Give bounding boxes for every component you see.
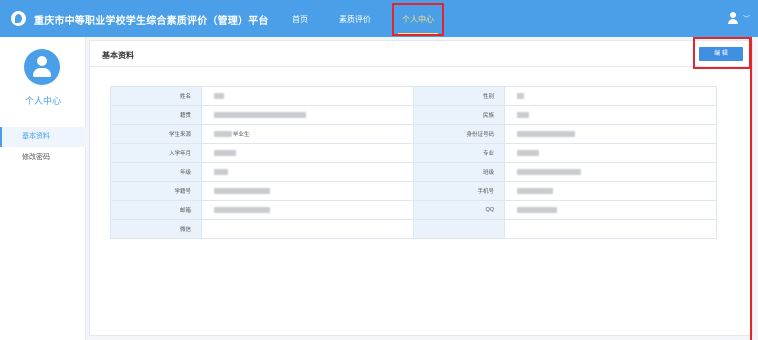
student-source-text: 毕业生	[233, 132, 250, 138]
profile-table: 姓名 性别 籍贯 民族 学生来源 毕业生 身份证号码 入学年月 专业 年级 班级	[110, 86, 717, 239]
label-enrollment-date: 入学年月	[110, 143, 202, 163]
table-row: 微信	[110, 219, 717, 239]
top-navbar: 重庆市中等职业学校学生综合素质评价（管理）平台 首页 素质评价 个人中心 ﹀	[0, 0, 758, 37]
table-row: 姓名 性别	[110, 86, 717, 106]
sidebar-item-basic-info[interactable]: 基本资料	[0, 127, 86, 147]
value-email	[201, 200, 414, 220]
value-native-place	[201, 105, 414, 125]
table-row: 邮箱 QQ	[110, 200, 717, 220]
avatar	[24, 49, 60, 85]
chevron-down-icon[interactable]: ﹀	[743, 14, 750, 24]
sidebar-title: 个人中心	[24, 96, 61, 106]
value-enrollment-date	[201, 143, 414, 163]
value-id-number	[504, 124, 717, 144]
label-student-source: 学生来源	[110, 124, 202, 144]
value-qq	[504, 200, 717, 220]
table-row: 籍贯 民族	[110, 105, 717, 125]
label-qq: QQ	[413, 200, 505, 220]
table-row: 学生来源 毕业生 身份证号码	[110, 124, 717, 144]
label-name: 姓名	[110, 86, 202, 106]
value-major	[504, 143, 717, 163]
nav-quality-evaluation[interactable]: 素质评价	[339, 14, 371, 25]
value-gender	[504, 86, 717, 106]
sidebar-item-change-password[interactable]: 修改密码	[0, 148, 86, 168]
edit-highlight-box	[693, 37, 751, 69]
label-id-number: 身份证号码	[413, 124, 505, 144]
label-student-number: 学籍号	[110, 181, 202, 201]
label-gender: 性别	[413, 86, 505, 106]
label-email: 邮箱	[110, 200, 202, 220]
logo-icon	[11, 11, 26, 26]
label-native-place: 籍贯	[110, 105, 202, 125]
value-grade	[201, 162, 414, 182]
label-ethnicity: 民族	[413, 105, 505, 125]
label-major: 专业	[413, 143, 505, 163]
label-wechat: 微信	[110, 219, 202, 239]
user-icon[interactable]	[728, 12, 738, 24]
page-title: 基本资料	[102, 51, 134, 60]
highlight-edge	[750, 37, 752, 340]
panel-header: 基本资料 编 辑	[90, 41, 752, 67]
label-grade: 年级	[110, 162, 202, 182]
value-class	[504, 162, 717, 182]
table-row: 年级 班级	[110, 162, 717, 182]
nav-highlight-box	[392, 3, 444, 36]
label-class: 班级	[413, 162, 505, 182]
table-row: 入学年月 专业	[110, 143, 717, 163]
app-title: 重庆市中等职业学校学生综合素质评价（管理）平台	[34, 16, 269, 27]
value-wechat	[201, 219, 414, 239]
value-name	[201, 86, 414, 106]
nav-home[interactable]: 首页	[292, 14, 308, 25]
label-phone: 手机号	[413, 181, 505, 201]
value-student-number	[201, 181, 414, 201]
sidebar: 个人中心 基本资料 修改密码	[0, 37, 86, 340]
value-empty	[504, 219, 717, 239]
main-panel: 基本资料 编 辑 姓名 性别 籍贯 民族 学生来源 毕业生 身份证号码 入学年月…	[89, 40, 753, 336]
value-ethnicity	[504, 105, 717, 125]
value-phone	[504, 181, 717, 201]
value-student-source: 毕业生	[201, 124, 414, 144]
table-row: 学籍号 手机号	[110, 181, 717, 201]
label-empty	[413, 219, 505, 239]
